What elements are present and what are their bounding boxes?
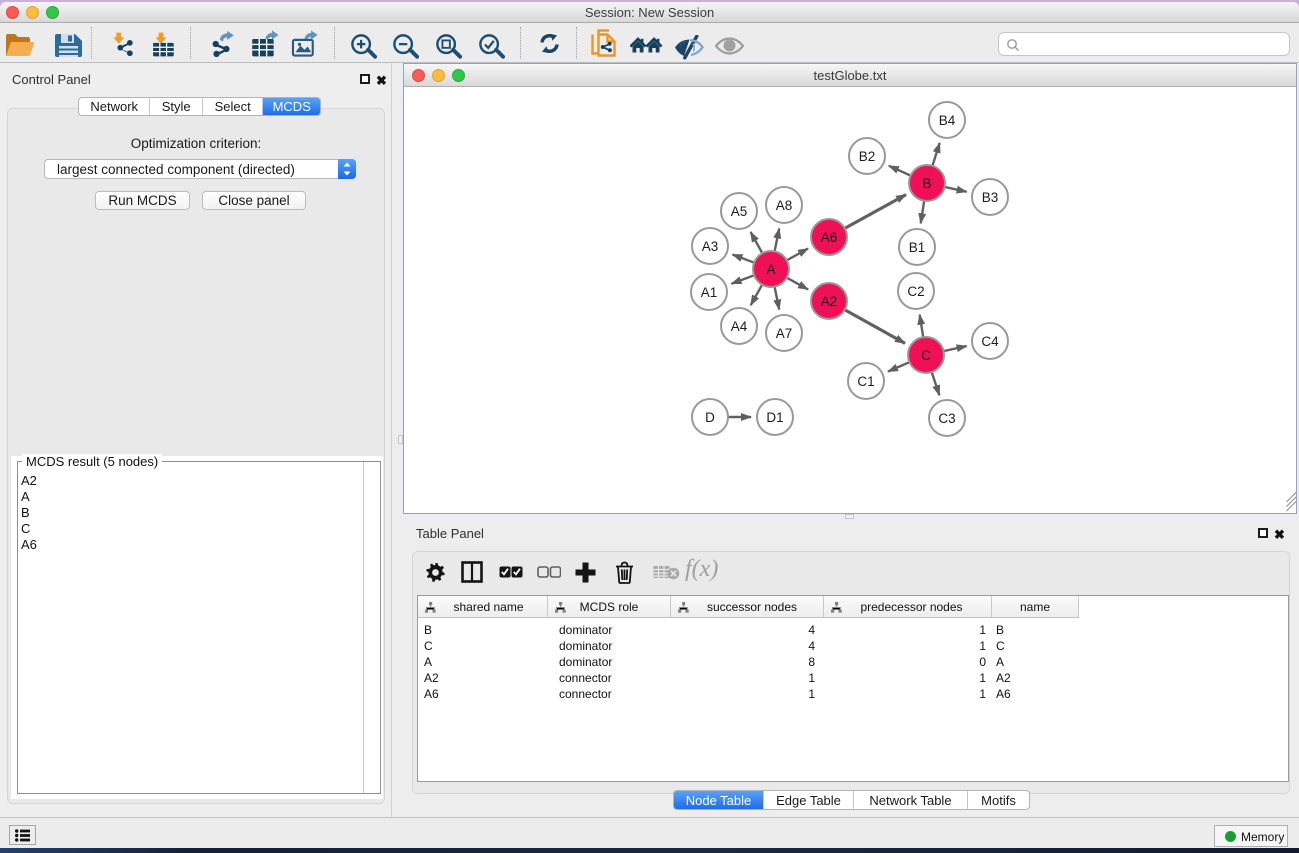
svg-text:A3: A3 bbox=[702, 239, 719, 254]
svg-text:A7: A7 bbox=[776, 326, 793, 341]
svg-text:C3: C3 bbox=[938, 411, 955, 426]
svg-text:A1: A1 bbox=[701, 285, 718, 300]
svg-text:A5: A5 bbox=[731, 204, 748, 219]
svg-text:B2: B2 bbox=[859, 149, 876, 164]
svg-text:A6: A6 bbox=[821, 230, 838, 245]
svg-text:C2: C2 bbox=[907, 284, 924, 299]
svg-text:C4: C4 bbox=[981, 334, 999, 349]
svg-text:B3: B3 bbox=[982, 190, 999, 205]
svg-text:D: D bbox=[705, 410, 715, 425]
svg-text:A: A bbox=[766, 262, 775, 277]
svg-text:C1: C1 bbox=[857, 374, 874, 389]
svg-text:B4: B4 bbox=[939, 113, 956, 128]
svg-text:C: C bbox=[921, 348, 931, 363]
svg-text:A4: A4 bbox=[731, 319, 748, 334]
svg-text:B1: B1 bbox=[909, 240, 926, 255]
svg-text:A8: A8 bbox=[776, 198, 793, 213]
svg-text:A2: A2 bbox=[821, 294, 838, 309]
svg-text:D1: D1 bbox=[766, 410, 783, 425]
svg-text:B: B bbox=[922, 176, 931, 191]
